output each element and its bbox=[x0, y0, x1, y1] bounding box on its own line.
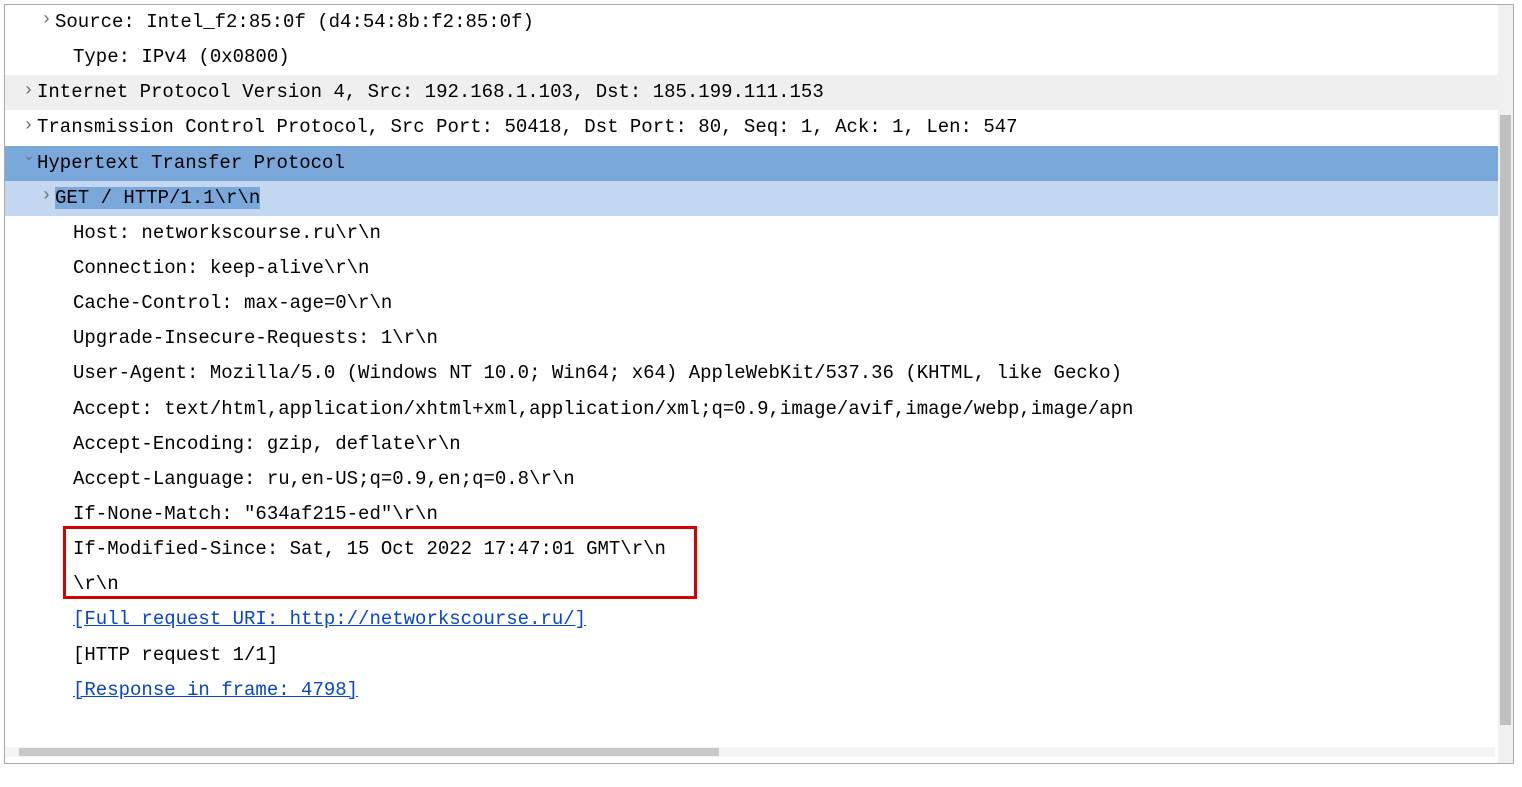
vertical-scrollbar-thumb[interactable] bbox=[1500, 115, 1511, 725]
http-user-agent-row[interactable]: User-Agent: Mozilla/5.0 (Windows NT 10.0… bbox=[5, 356, 1513, 391]
ethernet-source-row[interactable]: Source: Intel_f2:85:0f (d4:54:8b:f2:85:0… bbox=[5, 5, 1513, 40]
ethernet-type: Type: IPv4 (0x0800) bbox=[73, 46, 290, 68]
http-host: Host: networkscourse.ru\r\n bbox=[73, 222, 381, 244]
horizontal-scrollbar-thumb[interactable] bbox=[19, 748, 719, 756]
http-response-frame-row[interactable]: [Response in frame: 4798] bbox=[5, 673, 1513, 708]
http-if-none-match: If-None-Match: "634af215-ed"\r\n bbox=[73, 503, 438, 525]
http-connection: Connection: keep-alive\r\n bbox=[73, 257, 369, 279]
http-if-none-match-row[interactable]: If-None-Match: "634af215-ed"\r\n bbox=[5, 497, 1513, 532]
expand-caret-icon[interactable] bbox=[41, 4, 55, 37]
http-title-row[interactable]: Hypertext Transfer Protocol bbox=[5, 146, 1513, 181]
expand-caret-icon[interactable] bbox=[23, 110, 37, 143]
packet-details-pane[interactable]: Source: Intel_f2:85:0f (d4:54:8b:f2:85:0… bbox=[4, 4, 1514, 764]
http-if-modified-since: If-Modified-Since: Sat, 15 Oct 2022 17:4… bbox=[73, 538, 666, 560]
ethernet-source: Source: Intel_f2:85:0f (d4:54:8b:f2:85:0… bbox=[55, 11, 534, 33]
horizontal-scrollbar[interactable] bbox=[5, 747, 1495, 757]
ip-row[interactable]: Internet Protocol Version 4, Src: 192.16… bbox=[5, 75, 1513, 110]
vertical-scrollbar[interactable] bbox=[1498, 5, 1513, 763]
http-accept-row[interactable]: Accept: text/html,application/xhtml+xml,… bbox=[5, 392, 1513, 427]
http-blank-line-row[interactable]: \r\n bbox=[5, 567, 1513, 602]
http-cache-control: Cache-Control: max-age=0\r\n bbox=[73, 292, 392, 314]
http-blank-line: \r\n bbox=[73, 573, 119, 595]
http-cache-control-row[interactable]: Cache-Control: max-age=0\r\n bbox=[5, 286, 1513, 321]
tcp-row[interactable]: Transmission Control Protocol, Src Port:… bbox=[5, 110, 1513, 145]
http-response-frame-link[interactable]: [Response in frame: 4798] bbox=[73, 679, 358, 701]
http-if-modified-since-row[interactable]: If-Modified-Since: Sat, 15 Oct 2022 17:4… bbox=[5, 532, 1513, 567]
expand-caret-icon[interactable] bbox=[41, 180, 55, 213]
http-upgrade-insecure-row[interactable]: Upgrade-Insecure-Requests: 1\r\n bbox=[5, 321, 1513, 356]
ethernet-type-row[interactable]: Type: IPv4 (0x0800) bbox=[5, 40, 1513, 75]
http-user-agent: User-Agent: Mozilla/5.0 (Windows NT 10.0… bbox=[73, 362, 1133, 384]
http-accept-encoding-row[interactable]: Accept-Encoding: gzip, deflate\r\n bbox=[5, 427, 1513, 462]
http-title: Hypertext Transfer Protocol bbox=[37, 152, 345, 174]
http-request-num: [HTTP request 1/1] bbox=[73, 644, 278, 666]
http-request-line: GET / HTTP/1.1\r\n bbox=[55, 187, 260, 209]
http-upgrade-insecure: Upgrade-Insecure-Requests: 1\r\n bbox=[73, 327, 438, 349]
collapse-caret-icon[interactable] bbox=[23, 149, 37, 175]
http-accept-encoding: Accept-Encoding: gzip, deflate\r\n bbox=[73, 433, 461, 455]
http-accept-language: Accept-Language: ru,en-US;q=0.9,en;q=0.8… bbox=[73, 468, 575, 490]
http-host-row[interactable]: Host: networkscourse.ru\r\n bbox=[5, 216, 1513, 251]
http-request-num-row[interactable]: [HTTP request 1/1] bbox=[5, 638, 1513, 673]
http-full-uri-link[interactable]: [Full request URI: http://networkscourse… bbox=[73, 608, 586, 630]
http-connection-row[interactable]: Connection: keep-alive\r\n bbox=[5, 251, 1513, 286]
tcp-summary: Transmission Control Protocol, Src Port:… bbox=[37, 116, 1018, 138]
http-request-line-row[interactable]: GET / HTTP/1.1\r\n bbox=[5, 181, 1513, 216]
ip-summary: Internet Protocol Version 4, Src: 192.16… bbox=[37, 81, 824, 103]
http-accept: Accept: text/html,application/xhtml+xml,… bbox=[73, 398, 1133, 420]
http-full-uri-row[interactable]: [Full request URI: http://networkscourse… bbox=[5, 602, 1513, 637]
http-accept-language-row[interactable]: Accept-Language: ru,en-US;q=0.9,en;q=0.8… bbox=[5, 462, 1513, 497]
expand-caret-icon[interactable] bbox=[23, 75, 37, 108]
